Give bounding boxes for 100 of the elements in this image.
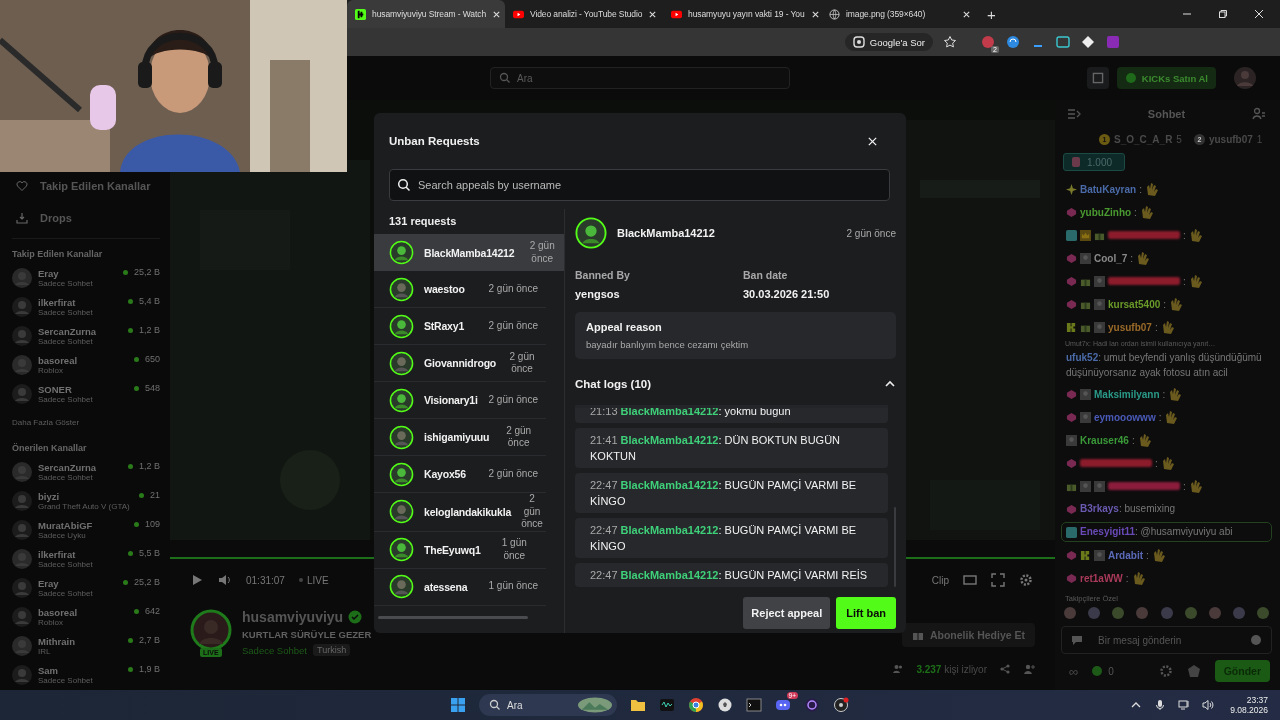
recorder-icon[interactable] [833,697,849,713]
chat-username[interactable]: Cool_7 [1094,252,1128,264]
search-field[interactable]: Ara [490,67,790,89]
chrome-icon[interactable] [688,697,704,713]
volume-icon[interactable] [1202,699,1215,711]
new-tab-button[interactable]: + [987,5,996,23]
star-icon[interactable] [943,35,957,49]
folder-icon[interactable] [630,697,646,713]
request-item[interactable]: Kayox56 2 gün önce [374,456,546,493]
points-indicator[interactable]: ∞ [1069,663,1079,679]
channel-item[interactable]: MuratAbiGF Sadece Uyku 109 [12,515,160,544]
user-add-icon[interactable] [1023,663,1035,675]
streamer-name[interactable]: husamviyuviyu [242,609,344,625]
chat-username[interactable]: Ardabit [1108,549,1143,561]
browser-tab[interactable]: husamviyuviyu Stream - Watch [347,0,505,28]
channel-item[interactable]: Mithrain IRL 2,7 B [12,631,160,660]
channel-item[interactable]: SercanZurna Sadece Sohbet 1,2 B [12,457,160,486]
chat-username[interactable]: kursat5400 [1108,298,1161,310]
close-icon[interactable] [962,9,971,19]
chat-username[interactable]: yusufb07 [1108,321,1152,333]
emoji-icon[interactable] [1250,634,1262,646]
show-more-link[interactable]: Daha Fazla Göster [12,418,160,427]
clock-time[interactable]: 23:37 [1246,694,1268,705]
channel-item[interactable]: Eray Sadece Sohbet 25,2 B [12,573,160,602]
sidebar-nav-item[interactable]: Takip Edilen Kanallar [12,170,160,202]
extension-icon[interactable] [1081,35,1095,49]
browser-tab[interactable]: image.png (359×640) [821,0,979,28]
network-icon[interactable] [1178,699,1191,711]
request-item[interactable]: atessena 1 gün önce [374,568,546,606]
gift-subscription-button[interactable]: Abonelik Hediye Et [901,623,1035,647]
lens-chip[interactable]: Google'a Sor [844,33,933,51]
category-link[interactable]: Sadece Sohbet [242,644,307,656]
request-item[interactable]: waestoo 2 gün önce [374,271,546,308]
settings-icon[interactable] [1019,573,1033,587]
windows-start-icon[interactable] [450,697,466,713]
viewer-count: 1,2 B [139,325,160,335]
channel-item[interactable]: basoreal Roblox 642 [12,602,160,631]
microphone-icon[interactable] [1154,699,1167,711]
request-item[interactable]: Visionary1i 2 gün önce [374,382,546,419]
scrollbar[interactable] [378,616,528,619]
subscriber-badge-icon [1066,411,1077,423]
play-icon[interactable] [190,573,204,587]
volume-icon[interactable] [218,573,232,587]
message-input[interactable]: Bir mesaj gönderin [1061,626,1272,654]
lift-ban-button[interactable]: Lift ban [836,597,896,629]
kicks-pill[interactable]: 1.000 [1063,153,1125,171]
collapse-icon[interactable] [1067,107,1081,121]
chat-username[interactable]: yubuZinho [1080,206,1132,218]
restore-icon[interactable] [1218,9,1228,19]
close-icon[interactable] [648,9,658,19]
theater-icon[interactable] [963,573,977,587]
channel-item[interactable]: SercanZurna Sadece Sohbet 1,2 B [12,321,160,350]
ring-icon[interactable] [804,697,820,713]
request-item[interactable]: ishigamiyuuu 2 gün önce [374,419,546,456]
clock-date[interactable]: 9.08.2026 [1230,705,1268,716]
channel-item[interactable]: Eray Sadece Sohbet 25,2 B [12,263,160,292]
grid-button[interactable] [1086,67,1109,89]
share-icon[interactable] [999,663,1011,675]
clip-button[interactable]: Clip [931,574,949,586]
language-tag[interactable]: Turkish [313,644,351,656]
chat-username[interactable]: Maksimilyann [1094,388,1160,400]
buy-kicks-button[interactable]: KICKs Satın Al [1116,67,1216,89]
fullscreen-icon[interactable] [991,573,1005,587]
kicks-balance[interactable]: 0 [1092,665,1114,677]
channel-item[interactable]: biyzi Grand Theft Auto V (GTA) 21 [12,486,160,515]
users-icon[interactable] [1252,107,1266,121]
terminal-icon[interactable] [746,697,762,713]
reject-appeal-button[interactable]: Reject appeal [743,597,831,629]
chat-username[interactable]: BatuKayran [1080,183,1137,195]
request-item[interactable]: TheEyuwq1 1 gün önce [374,531,546,569]
close-icon[interactable] [810,9,820,19]
request-item[interactable]: BlackMamba14212 2 gün önce [374,234,564,271]
chat-username[interactable]: ret1aWW [1080,572,1123,584]
streamer-avatar[interactable] [190,609,232,651]
close-icon[interactable] [492,9,502,19]
close-icon[interactable] [867,135,878,147]
browser-tab[interactable]: husamyuyu yayın vakti 19 - You [663,0,821,28]
waveform-icon[interactable] [659,697,675,713]
browser-tab[interactable]: Video analizi - YouTube Studio [505,0,663,28]
extension-icon[interactable] [1056,35,1070,49]
extension-icon[interactable] [1006,35,1020,49]
landscape-icon[interactable] [578,697,612,713]
channel-item[interactable]: basoreal Roblox 650 [12,350,160,379]
search-field[interactable]: Search appeals by username [389,169,890,201]
channel-item[interactable]: Sam Sadece Sohbet 1,9 B [12,660,160,689]
channel-item[interactable]: SONER Sadece Sohbet 548 [12,379,160,408]
sidebar-nav-item[interactable]: Drops [12,202,160,234]
chat-username[interactable]: eymooowww [1094,411,1156,423]
chat-username[interactable]: Krauser46 [1080,434,1129,446]
request-item[interactable]: Giovannidrogo 2 gün önce [374,345,546,382]
chat-logs-toggle[interactable]: Chat logs (10) [575,371,896,397]
settings-icon[interactable] [1158,664,1173,678]
channel-item[interactable]: ilkerfirat Sadece Sohbet 5,4 B [12,292,160,321]
discord-icon[interactable] [775,697,791,713]
request-item[interactable]: StRaxy1 2 gün önce [374,308,546,345]
channel-item[interactable]: ilkerfirat Sadece Sohbet 5,5 B [12,544,160,573]
soccer-ball-icon[interactable] [717,697,733,713]
chat-separator: : [1134,206,1137,218]
close-icon[interactable] [1254,9,1264,19]
request-item[interactable]: keloglandakikukla 2 gün önce [374,493,546,532]
